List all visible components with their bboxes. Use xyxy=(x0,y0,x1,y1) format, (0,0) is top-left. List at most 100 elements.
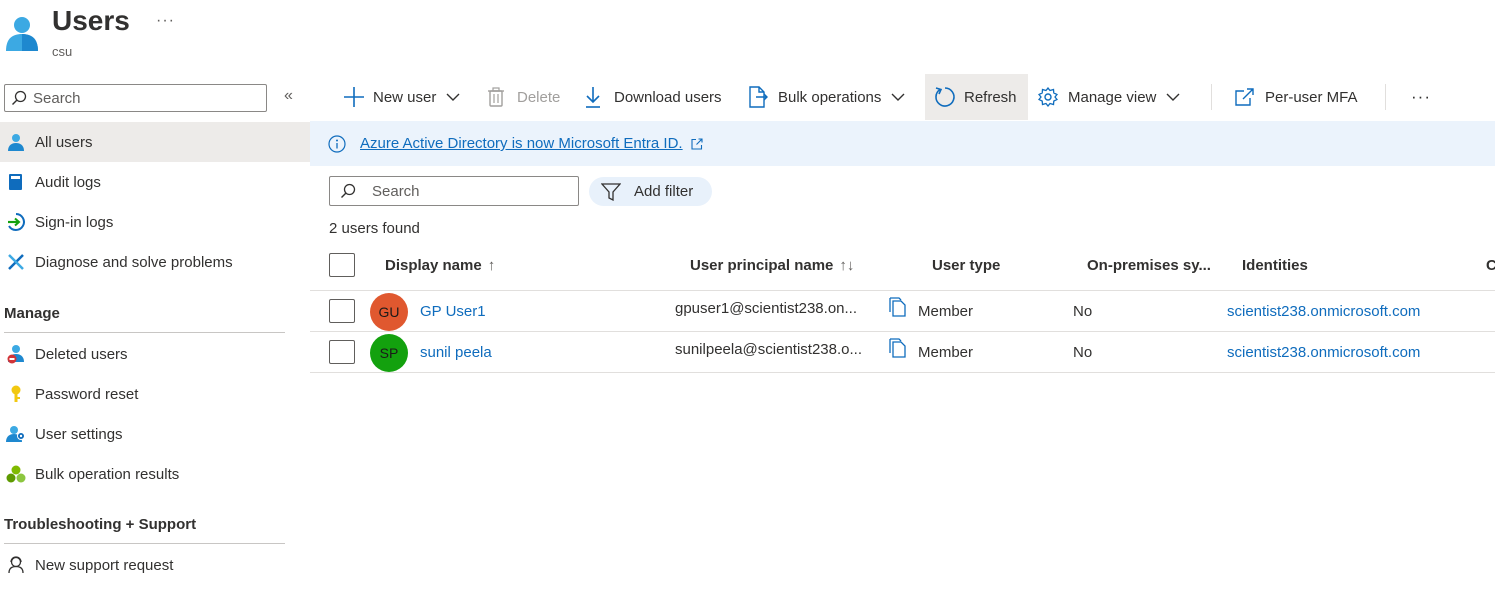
sidebar-item-label: Sign-in logs xyxy=(35,213,114,231)
avatar: SP xyxy=(370,334,408,372)
wrench-icon xyxy=(6,252,26,272)
sidebar-search-input[interactable]: Search xyxy=(4,84,267,112)
sidebar-item-diagnose[interactable]: Diagnose and solve problems xyxy=(0,242,310,282)
bulk-results-icon xyxy=(6,464,26,484)
chevron-down-icon xyxy=(891,93,905,101)
select-all-checkbox[interactable] xyxy=(329,253,355,277)
users-icon xyxy=(4,14,40,52)
book-icon xyxy=(6,172,26,192)
copy-icon[interactable] xyxy=(889,297,907,317)
new-user-button[interactable]: New user xyxy=(343,74,460,120)
new-user-label: New user xyxy=(373,88,437,106)
column-header-on-premises-sync[interactable]: On-premises sy... xyxy=(1087,257,1211,274)
delete-label: Delete xyxy=(517,88,561,106)
page-subtitle: csu xyxy=(52,44,73,59)
column-header-identities[interactable]: Identities xyxy=(1242,257,1308,274)
collapse-sidebar-button[interactable]: « xyxy=(284,87,293,105)
sidebar-item-label: New support request xyxy=(35,556,174,574)
chevron-down-icon xyxy=(1166,93,1180,101)
sidebar-item-user-settings[interactable]: User settings xyxy=(0,414,310,454)
column-header-user-type[interactable]: User type xyxy=(932,257,1000,274)
user-display-name-link[interactable]: sunil peela xyxy=(420,344,492,361)
user-principal-name: gpuser1@scientist238.on... xyxy=(675,300,857,317)
copy-icon[interactable] xyxy=(889,338,907,358)
sidebar-item-new-support-request[interactable]: New support request xyxy=(0,545,310,585)
sidebar-item-label: Diagnose and solve problems xyxy=(35,253,233,271)
column-header-display-name[interactable]: Display name ↑ xyxy=(385,257,495,274)
user-type: Member xyxy=(918,344,974,361)
on-premises-sync: No xyxy=(1073,344,1093,361)
more-options-button[interactable]: ··· xyxy=(156,12,175,30)
bulk-operations-label: Bulk operations xyxy=(778,88,882,106)
row-checkbox[interactable] xyxy=(329,299,355,323)
column-label: Identities xyxy=(1242,257,1308,274)
sort-icon: ↑↓ xyxy=(839,257,855,274)
sidebar-item-deleted-users[interactable]: Deleted users xyxy=(0,334,310,374)
user-settings-icon xyxy=(6,424,26,444)
filter-icon xyxy=(601,182,621,201)
section-title-manage: Manage xyxy=(4,305,60,322)
chevron-down-icon xyxy=(446,93,460,101)
external-link-icon xyxy=(691,137,703,150)
sidebar-search-placeholder: Search xyxy=(33,89,81,107)
identities-link[interactable]: scientist238.onmicrosoft.com xyxy=(1227,344,1420,361)
sidebar-item-label: Audit logs xyxy=(35,173,101,191)
sidebar-item-label: All users xyxy=(35,133,93,151)
sidebar: Search « All users Audit logs Sign-in lo… xyxy=(0,70,310,593)
on-premises-sync: No xyxy=(1073,303,1093,320)
toolbar-more-button[interactable]: ··· xyxy=(1411,74,1431,120)
refresh-icon xyxy=(934,86,956,108)
section-divider xyxy=(4,332,285,333)
per-user-mfa-label: Per-user MFA xyxy=(1265,88,1358,106)
column-label: User principal name xyxy=(690,257,834,274)
avatar: GU xyxy=(370,293,408,331)
sidebar-item-all-users[interactable]: All users xyxy=(0,122,310,162)
column-header-truncated[interactable]: C xyxy=(1486,257,1495,274)
entra-id-link[interactable]: Azure Active Directory is now Microsoft … xyxy=(360,135,683,152)
info-icon xyxy=(328,134,346,153)
sidebar-item-label: User settings xyxy=(35,425,123,443)
user-display-name-link[interactable]: GP User1 xyxy=(420,303,486,320)
sidebar-item-audit-logs[interactable]: Audit logs xyxy=(0,162,310,202)
external-link-icon xyxy=(1235,88,1255,106)
sidebar-item-sign-in-logs[interactable]: Sign-in logs xyxy=(0,202,310,242)
table-row-divider xyxy=(310,331,1495,332)
search-icon xyxy=(11,90,27,106)
column-header-user-principal-name[interactable]: User principal name ↑↓ xyxy=(690,257,854,274)
refresh-button[interactable]: Refresh xyxy=(925,74,1028,120)
sidebar-item-password-reset[interactable]: Password reset xyxy=(0,374,310,414)
section-title-support: Troubleshooting + Support xyxy=(4,516,197,533)
download-users-button[interactable]: Download users xyxy=(584,74,722,120)
plus-icon xyxy=(343,86,365,108)
users-search-placeholder: Search xyxy=(372,182,420,200)
column-label: Display name xyxy=(385,257,482,274)
identities-link[interactable]: scientist238.onmicrosoft.com xyxy=(1227,303,1420,320)
deleted-user-icon xyxy=(6,344,26,364)
sidebar-item-label: Bulk operation results xyxy=(35,465,180,483)
users-search-input[interactable]: Search xyxy=(329,176,579,206)
refresh-label: Refresh xyxy=(964,88,1017,106)
page-title: Users xyxy=(52,5,130,36)
delete-button[interactable]: Delete xyxy=(487,74,560,120)
user-type: Member xyxy=(918,303,974,320)
add-filter-button[interactable]: Add filter xyxy=(589,177,712,206)
gear-icon xyxy=(1038,87,1058,107)
row-checkbox[interactable] xyxy=(329,340,355,364)
key-icon xyxy=(6,384,26,404)
manage-view-label: Manage view xyxy=(1068,88,1157,106)
command-bar: New user Delete Download users Bulk oper… xyxy=(310,74,1495,120)
bulk-operations-button[interactable]: Bulk operations xyxy=(748,74,905,120)
trash-icon xyxy=(487,87,505,107)
sidebar-item-bulk-operation-results[interactable]: Bulk operation results xyxy=(0,454,310,494)
sidebar-item-label: Password reset xyxy=(35,385,139,403)
sign-in-icon xyxy=(6,212,26,232)
add-filter-label: Add filter xyxy=(634,183,694,200)
user-principal-name: sunilpeela@scientist238.o... xyxy=(675,341,863,358)
bulk-operations-icon xyxy=(748,86,768,108)
manage-view-button[interactable]: Manage view xyxy=(1038,74,1180,120)
download-icon xyxy=(584,86,602,108)
per-user-mfa-button[interactable]: Per-user MFA xyxy=(1235,74,1358,120)
toolbar-divider xyxy=(1385,84,1386,110)
column-label: On-premises sy... xyxy=(1087,257,1211,274)
page-header: Users ··· csu xyxy=(0,0,1495,70)
